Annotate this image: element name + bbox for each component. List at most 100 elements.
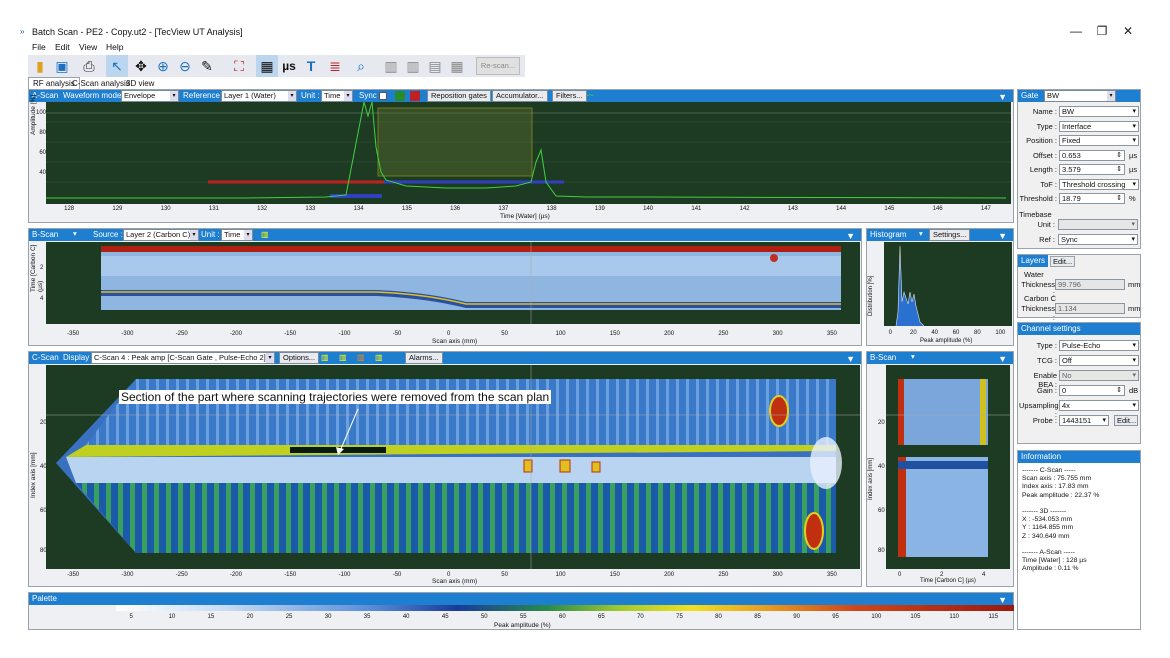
palette-icon-3[interactable]: ▥ [357,352,365,364]
channel-field[interactable]: No ▾ [1059,370,1139,381]
display-select[interactable]: C-Scan 4 : Peak amp [C-Scan Gate , Pulse… [91,352,275,364]
histogram-collapse-icon[interactable]: ▼ [998,230,1007,242]
zoom-extent-icon[interactable]: ⛶ [228,55,250,77]
chevron-down-icon[interactable]: ⇕ [1116,194,1122,203]
channel-field[interactable]: 4x ▾ [1059,400,1139,411]
bscan2-collapse-icon[interactable]: ▼ [998,353,1007,365]
cscan-collapse-icon[interactable]: ▼ [846,353,855,365]
chevron-down-icon[interactable]: ▾ [1132,180,1136,189]
accumulator-button[interactable]: Accumulator... [492,90,548,102]
tab-cscan-analysis[interactable]: C-Scan analysis [72,79,130,88]
bscan-plot[interactable] [46,242,860,324]
ref-select[interactable]: Sync ▾ [1058,234,1138,245]
layout-4-icon[interactable]: ▦ [446,55,468,77]
sync-checkbox[interactable] [379,92,387,100]
ruler-icon[interactable]: ✎ [196,55,218,77]
channel-field[interactable]: Pulse-Echo ▾ [1059,340,1139,351]
reposition-gates-button[interactable]: Reposition gates [427,90,491,102]
open-folder-icon[interactable]: ▮ [29,55,51,77]
zoom-out-icon[interactable]: ⊖ [174,55,196,77]
minimize-button[interactable]: — [1064,24,1088,38]
histogram-menu-icon[interactable]: ▾ [917,229,927,241]
bscan-menu-icon[interactable]: ▾ [71,229,83,241]
palette-icon-2[interactable]: ▥ [339,352,347,364]
ascan-plot[interactable] [46,102,1011,204]
probe-edit-button[interactable]: Edit... [1114,415,1138,426]
channel-field[interactable]: Off ▾ [1059,355,1139,366]
chevron-down-icon[interactable]: ▾ [1132,107,1136,116]
info-line: Z : 340.649 mm [1022,532,1070,540]
gate-field[interactable]: Fixed ▾ [1059,135,1139,146]
chevron-down-icon[interactable]: ▾ [1132,122,1136,131]
timebase-unit-select[interactable]: ▾ [1058,219,1138,230]
reference-select[interactable]: Layer 1 (Water) ▾ [221,90,297,102]
source-select[interactable]: Layer 2 (Carbon C) ▾ [123,229,199,241]
waveform-mode-select[interactable]: Envelope ▾ [121,90,179,102]
tab-3d-view[interactable]: 3D view [126,79,154,88]
cscan-ytick: 80 [40,548,47,554]
filters-button[interactable]: Filters... [552,90,587,102]
close-button[interactable]: ✕ [1116,24,1140,38]
histogram-plot[interactable] [884,242,1012,326]
chevron-down-icon[interactable]: ▾ [1132,401,1136,410]
gate-field[interactable]: 18.79 ⇕ [1059,193,1125,204]
time-unit-icon[interactable]: µs [278,55,300,77]
gate-field[interactable]: Threshold crossing ▾ [1059,178,1139,190]
alarms-button[interactable]: Alarms... [405,352,443,364]
menu-help[interactable]: Help [106,42,123,52]
layout-3-icon[interactable]: ▤ [424,55,446,77]
information-lines: ------- C-Scan ----- Scan axis : 75.755 m… [1018,463,1140,578]
chevron-down-icon[interactable]: ▾ [1132,356,1136,365]
zoom-in-icon[interactable]: ⊕ [152,55,174,77]
layers-edit-tab[interactable]: Edit... [1050,256,1076,267]
menu-file[interactable]: File [32,42,46,52]
unit-select[interactable]: Time ▾ [321,90,353,102]
bscan2-menu-icon[interactable]: ▾ [909,352,919,364]
grid-icon[interactable]: ▦ [256,55,278,77]
menu-edit[interactable]: Edit [55,42,70,52]
chevron-down-icon[interactable]: ▾ [1132,136,1136,145]
layers-title[interactable]: Layers [1021,256,1045,265]
channel-field[interactable]: 0 ⇕ [1059,385,1125,396]
histogram-settings-button[interactable]: Settings... [929,229,971,241]
color-bars-icon[interactable]: ≣ [324,55,346,77]
chevron-down-icon[interactable]: ⇕ [1116,386,1122,395]
bscan-xtick: 50 [501,331,508,337]
bscan-collapse-icon[interactable]: ▼ [846,230,855,242]
filter-wave-icon[interactable]: 〰 [586,90,594,102]
rescan-button[interactable]: Re-scan... [476,57,520,75]
gate-field[interactable]: Interface ▾ [1059,120,1139,132]
gate-box[interactable] [377,107,533,177]
save-icon[interactable]: ▣ [51,55,73,77]
gate-field[interactable]: 3.579 ⇕ [1059,164,1125,175]
inspect-icon[interactable]: ⌕ [350,55,372,77]
pointer-icon[interactable]: ↖ [106,55,128,77]
ascan-xtick: 136 [450,206,461,212]
gate-field[interactable]: BW ▾ [1059,106,1139,117]
chevron-down-icon[interactable]: ▾ [1132,341,1136,350]
chevron-down-icon[interactable]: ⇕ [1116,151,1122,160]
layout-1-icon[interactable]: ▥ [380,55,402,77]
gate-field[interactable]: 0.653 ⇕ [1059,149,1125,161]
text-tool-icon[interactable]: T [300,55,322,77]
print-icon[interactable]: ⎙ [78,55,100,77]
chevron-down-icon[interactable]: ▾ [1132,371,1136,380]
gate-select[interactable]: BW ▾ [1044,90,1116,102]
bscan2-plot[interactable] [886,365,1010,569]
chevron-down-icon[interactable]: ▾ [1102,416,1106,425]
color-scale-icon[interactable]: ▥ [261,229,269,241]
unit-label: Unit : [301,91,320,100]
chevron-down-icon[interactable]: ⇕ [1116,165,1122,174]
layout-2-icon[interactable]: ▥ [402,55,424,77]
palette-icon-1[interactable]: ▥ [321,352,329,364]
menu-view[interactable]: View [79,42,97,52]
channel-field[interactable]: 1443151 ▾ [1059,415,1109,426]
restore-button[interactable]: ❐ [1090,24,1114,38]
gate-green-icon[interactable] [395,91,405,101]
bscan-unit-select[interactable]: Time ▾ [221,229,253,241]
pan-icon[interactable]: ✥ [130,55,152,77]
gate-red-icon[interactable] [410,91,420,101]
palette-icon-4[interactable]: ▥ [375,352,383,364]
options-button[interactable]: Options... [279,352,320,364]
bscan2-title: B-Scan [870,353,897,362]
